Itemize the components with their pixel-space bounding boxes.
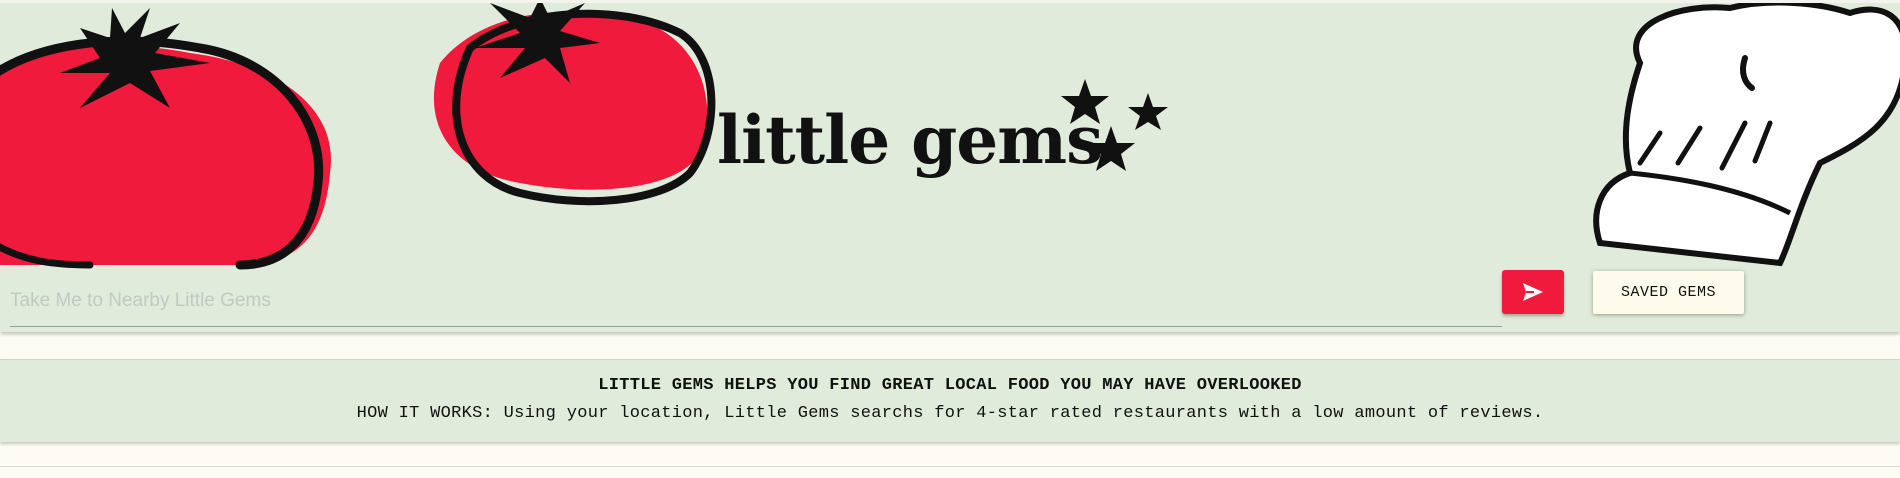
info-banner: LITTLE GEMS HELPS YOU FIND GREAT LOCAL F… — [0, 359, 1900, 442]
header-banner: little gems SAVED GEMS — [0, 0, 1900, 332]
how-it-works-text: HOW IT WORKS: Using your location, Littl… — [356, 404, 1544, 423]
search-field — [10, 275, 1502, 327]
tomato-icon — [0, 8, 331, 270]
send-button[interactable] — [1502, 270, 1564, 314]
send-icon — [1523, 283, 1543, 301]
info-headline: LITTLE GEMS HELPS YOU FIND GREAT LOCAL F… — [598, 376, 1302, 395]
chef-hat-icon — [1593, 3, 1900, 267]
site-logo-text: little gems — [717, 101, 1103, 179]
search-input[interactable] — [10, 277, 1502, 325]
saved-gems-button[interactable]: SAVED GEMS — [1593, 271, 1744, 314]
content-divider — [0, 466, 1900, 478]
tomato-icon — [433, 3, 716, 206]
